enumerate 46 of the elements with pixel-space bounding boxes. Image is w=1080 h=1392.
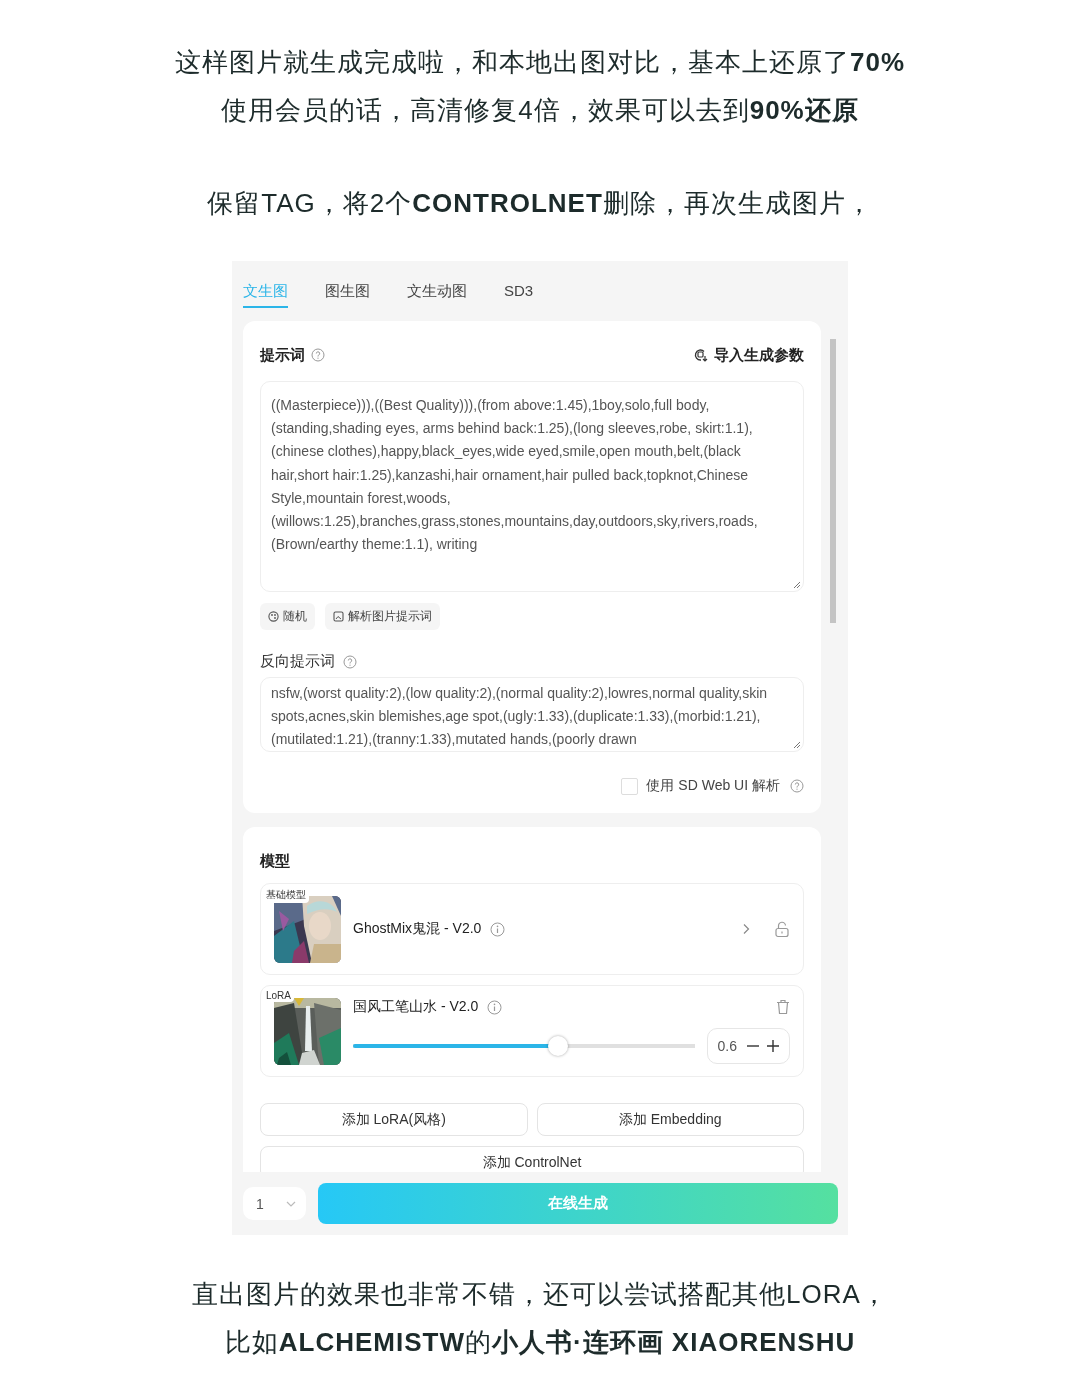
resize-grip-icon[interactable]: [793, 581, 801, 589]
prompt-field[interactable]: ((Masterpiece))),((Best Quality))),(from above:1.45),1boy,solo,full body,(standing,shading eyes, arms behind back:1.25),(long sleeves,robe, skirt:1.1),(chinese clothes),happy,black_eyes,wide eyed,smile,open mouth,belt,(black hair,short hair:1.25),kanzashi,hair ornament,hair pulled back,topknot,Chinese Style,mountain forest,woods, (willows:1.25),branches,grass,stones,mountains,day,outdoors,sky,rivers,roads,(Brown/earthy theme:1.1), writing: [260, 381, 804, 592]
article-text: 直出图片的效果也非常不错，还可以尝试搭配其他LORA，: [192, 1278, 888, 1311]
scrollbar-thumb[interactable]: [830, 339, 836, 623]
import-icon: [694, 348, 708, 362]
checkbox-label: 使用 SD Web UI 解析: [646, 777, 780, 795]
section-title: 提示词: [260, 345, 305, 365]
action-button[interactable]: 随机: [260, 603, 315, 630]
model-name: 国风工笔山水 - V2.0: [353, 998, 479, 1016]
add-button[interactable]: 添加 ControlNet: [260, 1146, 804, 1172]
field-label: 反向提示词: [260, 652, 335, 671]
weight-stepper[interactable]: 0.6: [706, 1028, 790, 1064]
add-button[interactable]: 添加 Embedding: [536, 1103, 804, 1136]
tab[interactable]: SD3: [504, 261, 534, 306]
model-card[interactable]: LoRA 国风工笔山水 - V2.0 0.6: [260, 985, 804, 1077]
import-params-button[interactable]: 导入生成参数: [694, 345, 804, 365]
help-icon[interactable]: [343, 654, 357, 669]
slider-handle[interactable]: [547, 1036, 568, 1056]
tab[interactable]: 图生图: [325, 261, 370, 308]
unlock-icon[interactable]: [774, 920, 790, 938]
article-text: 使用会员的话，高清修复4倍，效果可以去到90%还原: [221, 94, 859, 127]
checkbox[interactable]: [621, 777, 639, 795]
model-name: GhostMix鬼混 - V2.0: [353, 920, 482, 938]
info-icon[interactable]: [487, 999, 503, 1015]
article-text: 这样图片就生成完成啦，和本地出图对比，基本上还原了70%: [174, 46, 905, 79]
article-text: 比如ALCHEMISTW的小人书·连环画 XIAORENSHU: [224, 1326, 856, 1359]
negative-prompt-field[interactable]: nsfw,(worst quality:2),(low quality:2),(normal quality:2),lowres,normal quality,skin spots,acnes,skin blemishes,age spot,(ugly:1.33),(duplicate:1.33),(morbid:1.21),(mutilated:1.21),(tranny:1.33),mutated hands,(poorly drawn: [260, 677, 804, 752]
article-text: 保留TAG，将2个CONTROLNET删除，再次生成图片，: [207, 187, 873, 220]
model-type-tag: 基础模型: [263, 887, 309, 903]
help-icon[interactable]: [790, 779, 804, 793]
section-title: 模型: [260, 851, 290, 871]
plus-icon[interactable]: [767, 1040, 779, 1052]
tab[interactable]: 文生动图: [407, 261, 467, 308]
chevron-down-icon: [286, 1200, 296, 1207]
add-button[interactable]: 添加 LoRA(风格): [260, 1103, 528, 1136]
chevron-right-icon[interactable]: [742, 923, 750, 935]
count-select[interactable]: 1: [243, 1187, 306, 1220]
delete-icon[interactable]: [776, 999, 790, 1015]
image-icon: [333, 611, 344, 622]
resize-grip-icon[interactable]: [793, 741, 801, 749]
help-icon[interactable]: [311, 348, 325, 362]
info-icon[interactable]: [490, 921, 506, 937]
dice-icon: [268, 611, 279, 622]
model-type-tag: LoRA: [263, 989, 294, 1002]
action-button[interactable]: 解析图片提示词: [325, 603, 440, 630]
model-card[interactable]: 基础模型 GhostMix鬼混 - V2.0: [260, 883, 804, 975]
